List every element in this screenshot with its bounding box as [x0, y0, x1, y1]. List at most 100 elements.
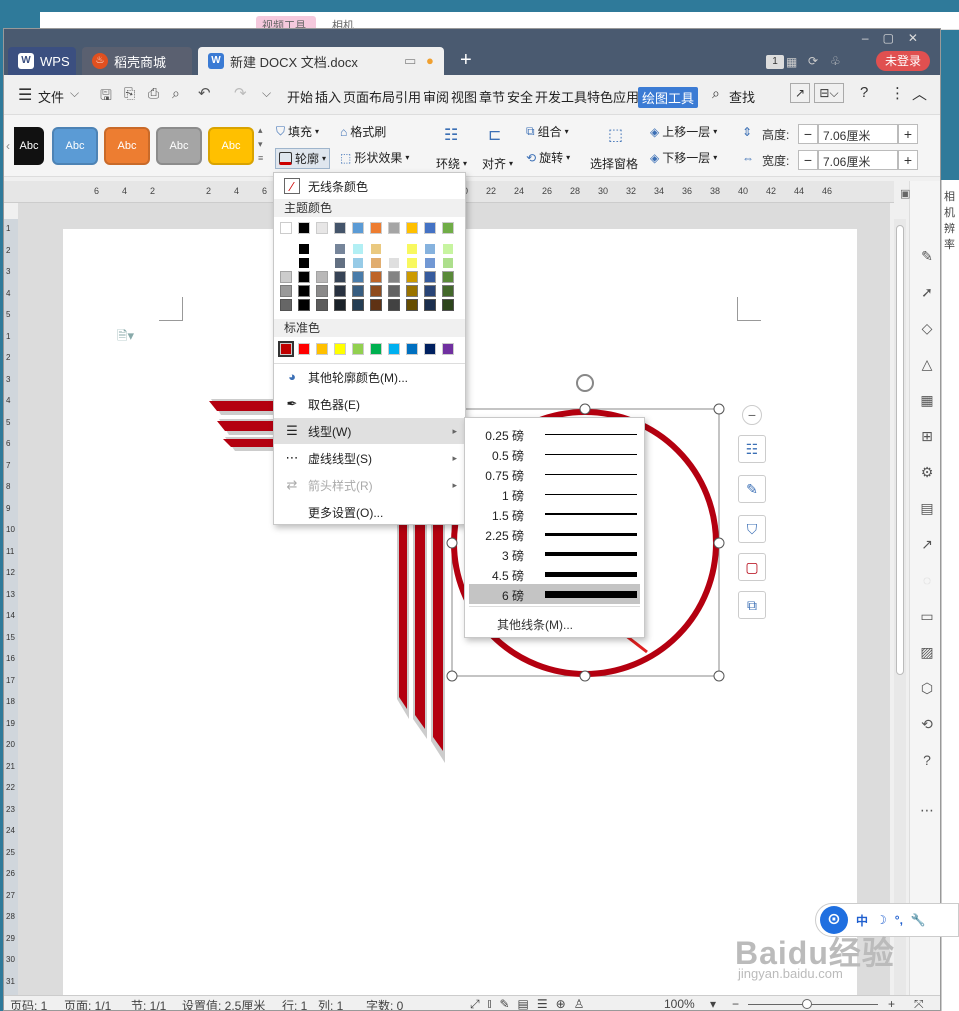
- theme-color-shade[interactable]: [406, 285, 418, 297]
- redo-icon[interactable]: ↷: [234, 84, 247, 102]
- menu-security[interactable]: 安全: [507, 87, 533, 106]
- sidebar-doc-icon[interactable]: ▤: [918, 499, 936, 517]
- wrap-button[interactable]: 环绕 ▾: [436, 155, 467, 172]
- theme-color-shade[interactable]: [370, 271, 382, 283]
- outline-float-icon[interactable]: ▢: [738, 553, 766, 581]
- line-weight-option[interactable]: 6 磅: [469, 584, 640, 604]
- theme-color-shade[interactable]: [388, 243, 400, 255]
- line-weight-option[interactable]: 0.25 磅: [469, 424, 640, 444]
- theme-color-shade[interactable]: [424, 285, 436, 297]
- collab-icon[interactable]: ⊟⌵: [814, 83, 844, 103]
- standard-color-swatch[interactable]: [424, 343, 436, 355]
- theme-color-shade[interactable]: [352, 243, 364, 255]
- menu-layout[interactable]: 页面布局: [343, 87, 395, 106]
- theme-color-shade[interactable]: [442, 243, 454, 255]
- screen-icon[interactable]: ▭: [404, 53, 416, 69]
- login-button[interactable]: 未登录: [876, 51, 930, 71]
- format-brush-button[interactable]: ⌂ 格式刷: [340, 123, 386, 140]
- zoom-level[interactable]: 100%: [664, 997, 695, 1010]
- menu-reference[interactable]: 引用: [395, 87, 421, 106]
- ime-mode[interactable]: 中: [856, 912, 868, 929]
- styles-scroll-icon[interactable]: ▴ ▾ ≡: [258, 123, 263, 165]
- search-icon[interactable]: ⌕: [712, 85, 720, 102]
- sidebar-table-icon[interactable]: ▦: [918, 391, 936, 409]
- chevron-down-icon[interactable]: ⌵: [70, 86, 79, 101]
- line-weight-option[interactable]: 3 磅: [469, 544, 640, 564]
- theme-color-swatch[interactable]: [280, 222, 292, 234]
- ime-punct-icon[interactable]: °,: [895, 913, 903, 927]
- layout-options-icon[interactable]: ☷: [738, 435, 766, 463]
- tab-count-badge[interactable]: 1: [766, 55, 784, 69]
- theme-color-shade[interactable]: [298, 271, 310, 283]
- theme-color-shade[interactable]: [316, 285, 328, 297]
- outline-button[interactable]: 轮廓 ▾: [275, 148, 331, 169]
- theme-color-swatch[interactable]: [406, 222, 418, 234]
- zoom-dropdown-icon[interactable]: ▾: [710, 997, 716, 1010]
- theme-color-swatch[interactable]: [424, 222, 436, 234]
- zoom-out-icon[interactable]: −: [732, 997, 739, 1010]
- scroll-thumb[interactable]: [896, 225, 904, 675]
- line-type-item[interactable]: ☰ 线型(W) ▸: [274, 418, 465, 444]
- theme-color-shade[interactable]: [442, 285, 454, 297]
- theme-color-shade[interactable]: [370, 299, 382, 311]
- sidebar-settings-icon[interactable]: ▣: [900, 187, 910, 200]
- export-icon[interactable]: ⎘: [124, 85, 135, 102]
- window-controls[interactable]: –▢✕: [862, 31, 932, 45]
- standard-color-swatch[interactable]: [406, 343, 418, 355]
- height-increment[interactable]: +: [898, 124, 918, 144]
- theme-color-swatch[interactable]: [298, 222, 310, 234]
- theme-color-shade[interactable]: [424, 271, 436, 283]
- width-decrement[interactable]: −: [798, 150, 818, 170]
- line-weight-option[interactable]: 0.75 磅: [469, 464, 640, 484]
- line-weight-option[interactable]: 1 磅: [469, 484, 640, 504]
- more-shape-icon[interactable]: ⧉: [738, 591, 766, 619]
- theme-color-shade[interactable]: [334, 257, 346, 269]
- hamburger-icon[interactable]: ☰: [18, 85, 32, 105]
- theme-color-shade[interactable]: [442, 299, 454, 311]
- theme-color-shade[interactable]: [424, 299, 436, 311]
- sidebar-help-icon[interactable]: ?: [918, 751, 936, 769]
- menu-review[interactable]: 审阅: [423, 87, 449, 106]
- theme-color-shade[interactable]: [334, 243, 346, 255]
- rotate-button[interactable]: ⟲ 旋转 ▾: [526, 149, 570, 166]
- sync-icon[interactable]: ⟳: [808, 54, 818, 68]
- width-input[interactable]: 7.06厘米: [818, 150, 898, 170]
- line-weight-option[interactable]: 0.5 磅: [469, 444, 640, 464]
- menu-file[interactable]: 文件: [38, 87, 64, 106]
- standard-color-swatch[interactable]: [278, 341, 294, 357]
- standard-color-swatch[interactable]: [316, 343, 328, 355]
- eyedropper-item[interactable]: ✒ 取色器(E): [274, 391, 465, 417]
- menu-section[interactable]: 章节: [479, 87, 505, 106]
- theme-color-shade[interactable]: [280, 299, 292, 311]
- theme-color-shade[interactable]: [334, 299, 346, 311]
- preview-icon[interactable]: ⌕: [172, 85, 180, 102]
- layout-icon[interactable]: ▦: [786, 55, 797, 69]
- height-input[interactable]: 7.06厘米: [818, 124, 898, 144]
- line-weight-option[interactable]: 2.25 磅: [469, 524, 640, 544]
- theme-color-shade[interactable]: [424, 243, 436, 255]
- ime-moon-icon[interactable]: ☽: [876, 913, 887, 927]
- theme-color-shade[interactable]: [406, 271, 418, 283]
- select-pane-button[interactable]: 选择窗格: [590, 155, 638, 172]
- theme-color-shade[interactable]: [370, 285, 382, 297]
- more-lines-item[interactable]: 其他线条(M)...: [497, 616, 573, 633]
- pen-icon[interactable]: ✎: [738, 475, 766, 503]
- theme-color-shade[interactable]: [370, 243, 382, 255]
- theme-color-shade[interactable]: [424, 257, 436, 269]
- tab-wps[interactable]: W WPS: [8, 47, 76, 75]
- print-icon[interactable]: ⎙: [148, 85, 159, 102]
- theme-color-shade[interactable]: [388, 299, 400, 311]
- theme-color-shade[interactable]: [334, 285, 346, 297]
- sidebar-shield-icon[interactable]: ⬡: [918, 679, 936, 697]
- help-icon[interactable]: ?: [860, 84, 868, 101]
- theme-color-swatch[interactable]: [352, 222, 364, 234]
- theme-color-shade[interactable]: [352, 271, 364, 283]
- theme-color-shade[interactable]: [388, 257, 400, 269]
- sidebar-adjust-icon[interactable]: ⚙: [918, 463, 936, 481]
- send-backward-button[interactable]: ◈ 下移一层 ▾: [650, 149, 717, 166]
- ime-wrench-icon[interactable]: 🔧: [911, 913, 926, 927]
- line-weight-option[interactable]: 4.5 磅: [469, 564, 640, 584]
- fit-window-icon[interactable]: ⤧: [914, 997, 924, 1010]
- theme-color-shade[interactable]: [298, 243, 310, 255]
- standard-color-swatch[interactable]: [442, 343, 454, 355]
